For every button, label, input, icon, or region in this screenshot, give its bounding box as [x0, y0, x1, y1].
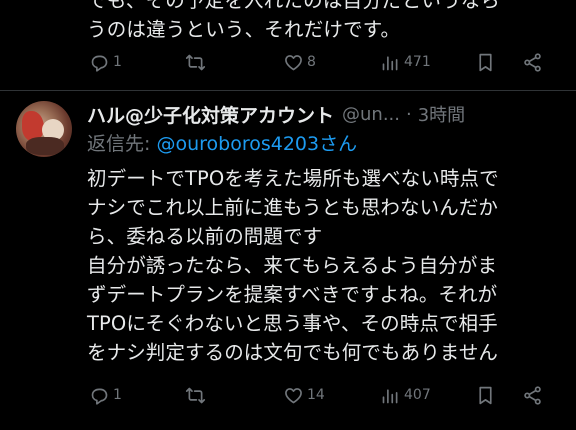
author-handle[interactable]: @un...: [342, 104, 400, 125]
retweet-button[interactable]: [185, 49, 209, 75]
previous-tweet-text: でも、その予定を入れたのは自分だというなら うのは違うという、それだけです。: [87, 0, 567, 44]
like-icon: [285, 54, 302, 70]
tweet-body: 初デートでTPOを考えた場所も選べない時点で ナシでこれ以上前に進もうとも思わな…: [87, 164, 567, 367]
share-button[interactable]: [522, 382, 543, 408]
reply-icon: [91, 55, 108, 72]
avatar[interactable]: [16, 101, 72, 157]
like-button[interactable]: 14: [283, 382, 325, 408]
tweet-body-line: ナシでこれ以上前に進もうとも思わないんだか: [87, 196, 499, 219]
reply-to-label: 返信先:: [87, 133, 157, 155]
view-count: 407: [404, 387, 431, 403]
like-icon: [285, 387, 302, 403]
share-button[interactable]: [522, 49, 543, 75]
reply-button[interactable]: 1: [89, 382, 122, 408]
separator-dot: ·: [406, 103, 412, 125]
tweet-body-line: ずデートプランを提案すべきですよね。それが: [87, 283, 498, 306]
reply-count: 1: [113, 387, 122, 403]
author-name[interactable]: ハル@少子化対策アカウント: [87, 101, 334, 128]
bookmark-button[interactable]: [475, 49, 496, 75]
views-button[interactable]: 407: [380, 382, 431, 408]
reply-count: 1: [113, 54, 122, 70]
views-icon: [382, 388, 398, 403]
like-count: 14: [307, 387, 325, 403]
reply-tweet-actions: 1 14 407: [87, 382, 557, 408]
like-count: 8: [307, 54, 316, 70]
reply-button[interactable]: 1: [89, 49, 122, 75]
bookmark-button[interactable]: [475, 382, 496, 408]
tweet-header: ハル@少子化対策アカウント @un... · 3時間: [87, 99, 465, 129]
reply-to-line: 返信先: @ouroboros4203さん: [87, 129, 357, 159]
reply-to-mention[interactable]: @ouroboros4203さん: [156, 133, 357, 155]
timestamp[interactable]: 3時間: [418, 101, 465, 127]
previous-tweet-line: でも、その予定を入れたのは自分だというなら: [87, 0, 501, 12]
tweet-divider: [0, 90, 576, 91]
share-icon: [524, 385, 541, 405]
tweet-body-line: をナシ判定するのは文句でも何でもありません: [87, 341, 499, 364]
retweet-icon: [185, 54, 206, 70]
view-count: 471: [404, 54, 431, 70]
views-icon: [382, 55, 398, 70]
tweet-body-line: TPOにそぐわないと思う事や、その時点で相手: [87, 312, 498, 335]
reply-icon: [91, 388, 108, 405]
tweet-body-line: 自分が誘ったなら、来てもらえるよう自分がま: [87, 254, 498, 277]
tweet-body-line: ら、委ねる以前の問題です: [87, 225, 323, 248]
retweet-icon: [185, 387, 206, 403]
share-icon: [524, 52, 541, 72]
previous-tweet-actions: 1 8 471: [87, 49, 557, 75]
like-button[interactable]: 8: [283, 49, 316, 75]
views-button[interactable]: 471: [380, 49, 431, 75]
bookmark-icon: [479, 53, 492, 71]
timeline: でも、その予定を入れたのは自分だというなら うのは違うという、それだけです。 1…: [0, 0, 576, 430]
retweet-button[interactable]: [185, 382, 209, 408]
tweet-body-line: 初デートでTPOを考えた場所も選べない時点で: [87, 167, 499, 190]
bookmark-icon: [479, 386, 492, 404]
previous-tweet-line: うのは違うという、それだけです。: [87, 18, 401, 41]
